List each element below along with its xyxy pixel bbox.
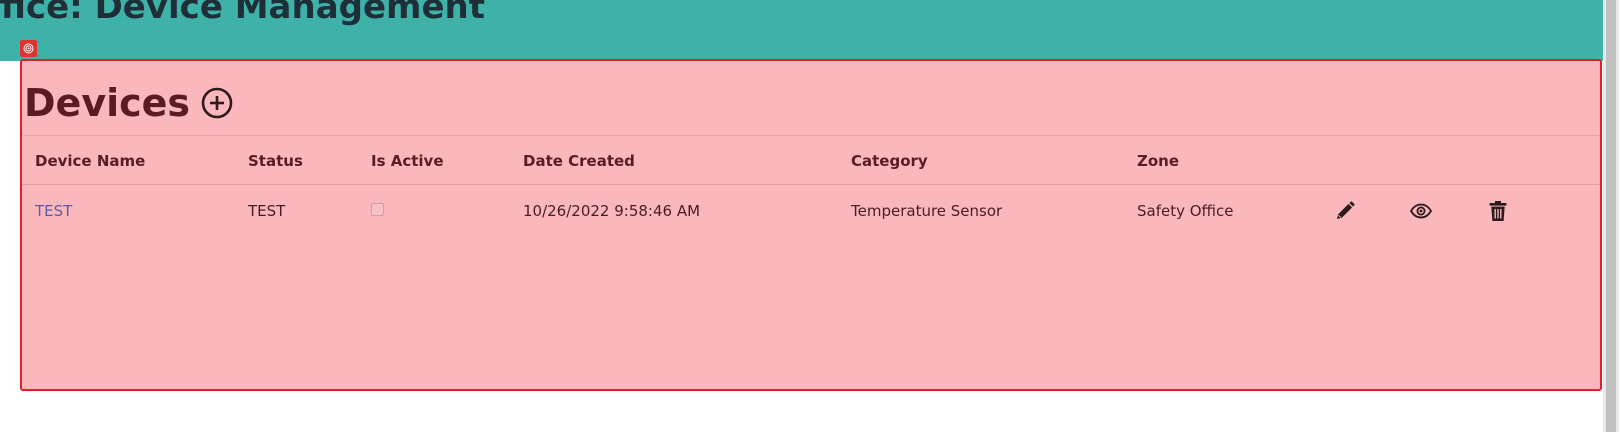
header-divider [22,184,1600,185]
page-title: ffice: Device Management [0,0,485,27]
page: ffice: Device Management Devices Device … [0,0,1619,432]
column-header-date-created[interactable]: Date Created [523,151,635,171]
target-icon [23,43,34,54]
devices-panel: Devices Device Name Status Is Active Dat… [20,59,1602,391]
column-header-zone[interactable]: Zone [1137,151,1179,171]
inspect-target-icon[interactable] [20,40,37,57]
vertical-scrollbar[interactable] [1603,0,1619,432]
edit-button[interactable] [1333,199,1357,223]
trash-icon [1489,201,1507,221]
pencil-icon [1337,201,1355,219]
is-active-checkbox [371,203,384,216]
device-status: TEST [248,202,286,220]
eye-icon [1409,203,1433,219]
scrollbar-thumb[interactable] [1606,0,1616,432]
delete-button[interactable] [1486,199,1510,223]
plus-circle-icon [201,87,233,119]
column-header-category[interactable]: Category [851,151,928,171]
header-band: ffice: Device Management [0,0,1603,61]
panel-heading: Devices [24,81,234,125]
divider [22,135,1600,136]
device-name-link[interactable]: TEST [35,201,72,221]
view-button[interactable] [1409,199,1433,223]
device-zone: Safety Office [1137,202,1234,220]
device-category: Temperature Sensor [851,202,1003,220]
column-header-device-name[interactable]: Device Name [35,151,145,171]
column-header-is-active[interactable]: Is Active [371,151,444,171]
column-header-status[interactable]: Status [248,151,303,171]
add-device-button[interactable] [200,86,234,120]
panel-title: Devices [24,81,191,125]
date-created: 10/26/2022 9:58:46 AM [523,202,701,220]
